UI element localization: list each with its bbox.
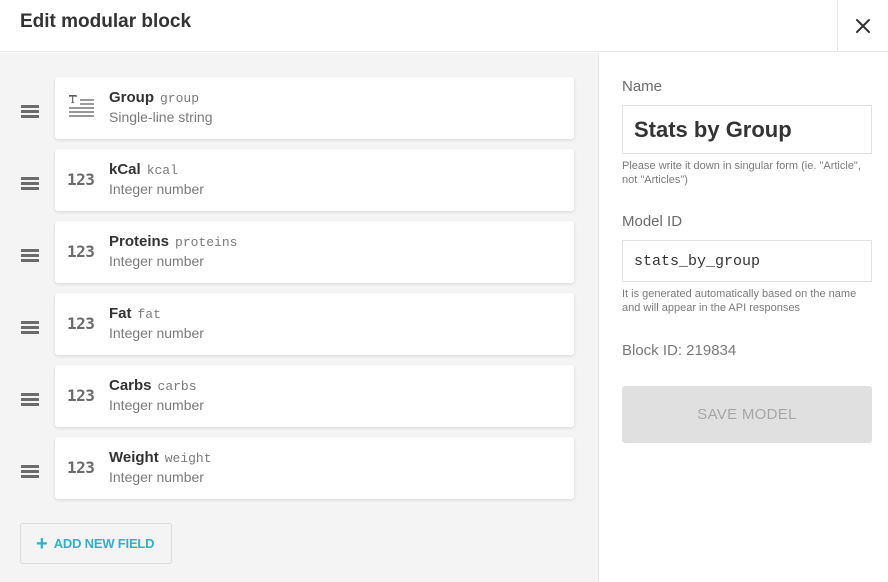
field-row-group: T Group group Single-line string <box>0 77 599 139</box>
close-icon <box>856 19 870 33</box>
block-id: Block ID: 219834 <box>622 342 737 359</box>
integer-field-icon: 123 <box>67 386 95 405</box>
field-card-carbs[interactable]: 123 Carbs carbs Integer number <box>55 365 574 427</box>
field-name: kCal kcal <box>109 161 178 178</box>
svg-text:T: T <box>69 93 77 106</box>
field-row-weight: 123 Weight weight Integer number <box>0 437 599 499</box>
drag-handle-icon[interactable] <box>21 393 39 407</box>
field-type: Integer number <box>109 397 204 413</box>
drag-handle-icon[interactable] <box>21 465 39 479</box>
add-new-field-button[interactable]: + ADD NEW FIELD <box>20 523 172 564</box>
close-button[interactable] <box>837 0 888 52</box>
field-api-key: weight <box>164 451 212 466</box>
integer-field-icon: 123 <box>67 314 95 333</box>
field-name: Carbs carbs <box>109 377 197 394</box>
field-type: Integer number <box>109 253 204 269</box>
save-model-button[interactable]: SAVE MODEL <box>622 386 872 443</box>
modal-title: Edit modular block <box>20 11 192 32</box>
integer-field-icon: 123 <box>67 458 95 477</box>
field-name-text: Proteins <box>109 233 170 250</box>
name-label: Name <box>622 78 663 95</box>
integer-field-icon: 123 <box>67 170 95 189</box>
field-name: Group group <box>109 89 199 106</box>
field-card-proteins[interactable]: 123 Proteins proteins Integer number <box>55 221 574 283</box>
field-type: Single-line string <box>109 109 213 125</box>
field-api-key: carbs <box>157 379 197 394</box>
field-api-key: proteins <box>175 235 238 250</box>
field-name: Weight weight <box>109 449 212 466</box>
text-field-icon: T <box>69 93 94 117</box>
drag-handle-icon[interactable] <box>21 249 39 263</box>
field-api-key: group <box>160 91 200 106</box>
model-id-hint: It is generated automatically based on t… <box>622 288 857 314</box>
add-new-field-label: ADD NEW FIELD <box>53 536 155 551</box>
field-name: Fat fat <box>109 305 161 322</box>
integer-field-icon: 123 <box>67 242 95 261</box>
modal-header: Edit modular block <box>0 0 888 52</box>
field-name: Proteins proteins <box>109 233 237 250</box>
drag-handle-icon[interactable] <box>21 105 39 119</box>
field-row-carbs: 123 Carbs carbs Integer number <box>0 365 599 427</box>
field-name-text: Fat <box>109 305 132 322</box>
name-input[interactable] <box>622 105 872 154</box>
field-type: Integer number <box>109 181 204 197</box>
field-card-kcal[interactable]: 123 kCal kcal Integer number <box>55 149 574 211</box>
fields-panel: T Group group Single-line string 123 kCal… <box>0 53 599 582</box>
field-row-fat: 123 Fat fat Integer number <box>0 293 599 355</box>
field-card-group[interactable]: T Group group Single-line string <box>55 77 574 139</box>
field-name-text: Group <box>109 89 154 106</box>
field-name-text: kCal <box>109 161 141 178</box>
drag-handle-icon[interactable] <box>21 177 39 191</box>
field-api-key: fat <box>137 307 161 322</box>
model-id-label: Model ID <box>622 213 683 230</box>
field-row-proteins: 123 Proteins proteins Integer number <box>0 221 599 283</box>
drag-handle-icon[interactable] <box>21 321 39 335</box>
field-type: Integer number <box>109 469 204 485</box>
field-name-text: Weight <box>109 449 159 466</box>
name-hint: Please write it down in singular form (i… <box>622 160 861 186</box>
plus-icon: + <box>36 532 48 555</box>
field-card-fat[interactable]: 123 Fat fat Integer number <box>55 293 574 355</box>
field-api-key: kcal <box>146 163 178 178</box>
model-settings-panel: Name Please write it down in singular fo… <box>600 53 888 582</box>
field-name-text: Carbs <box>109 377 152 394</box>
model-id-input[interactable] <box>622 240 872 282</box>
field-card-weight[interactable]: 123 Weight weight Integer number <box>55 437 574 499</box>
field-row-kcal: 123 kCal kcal Integer number <box>0 149 599 211</box>
field-type: Integer number <box>109 325 204 341</box>
